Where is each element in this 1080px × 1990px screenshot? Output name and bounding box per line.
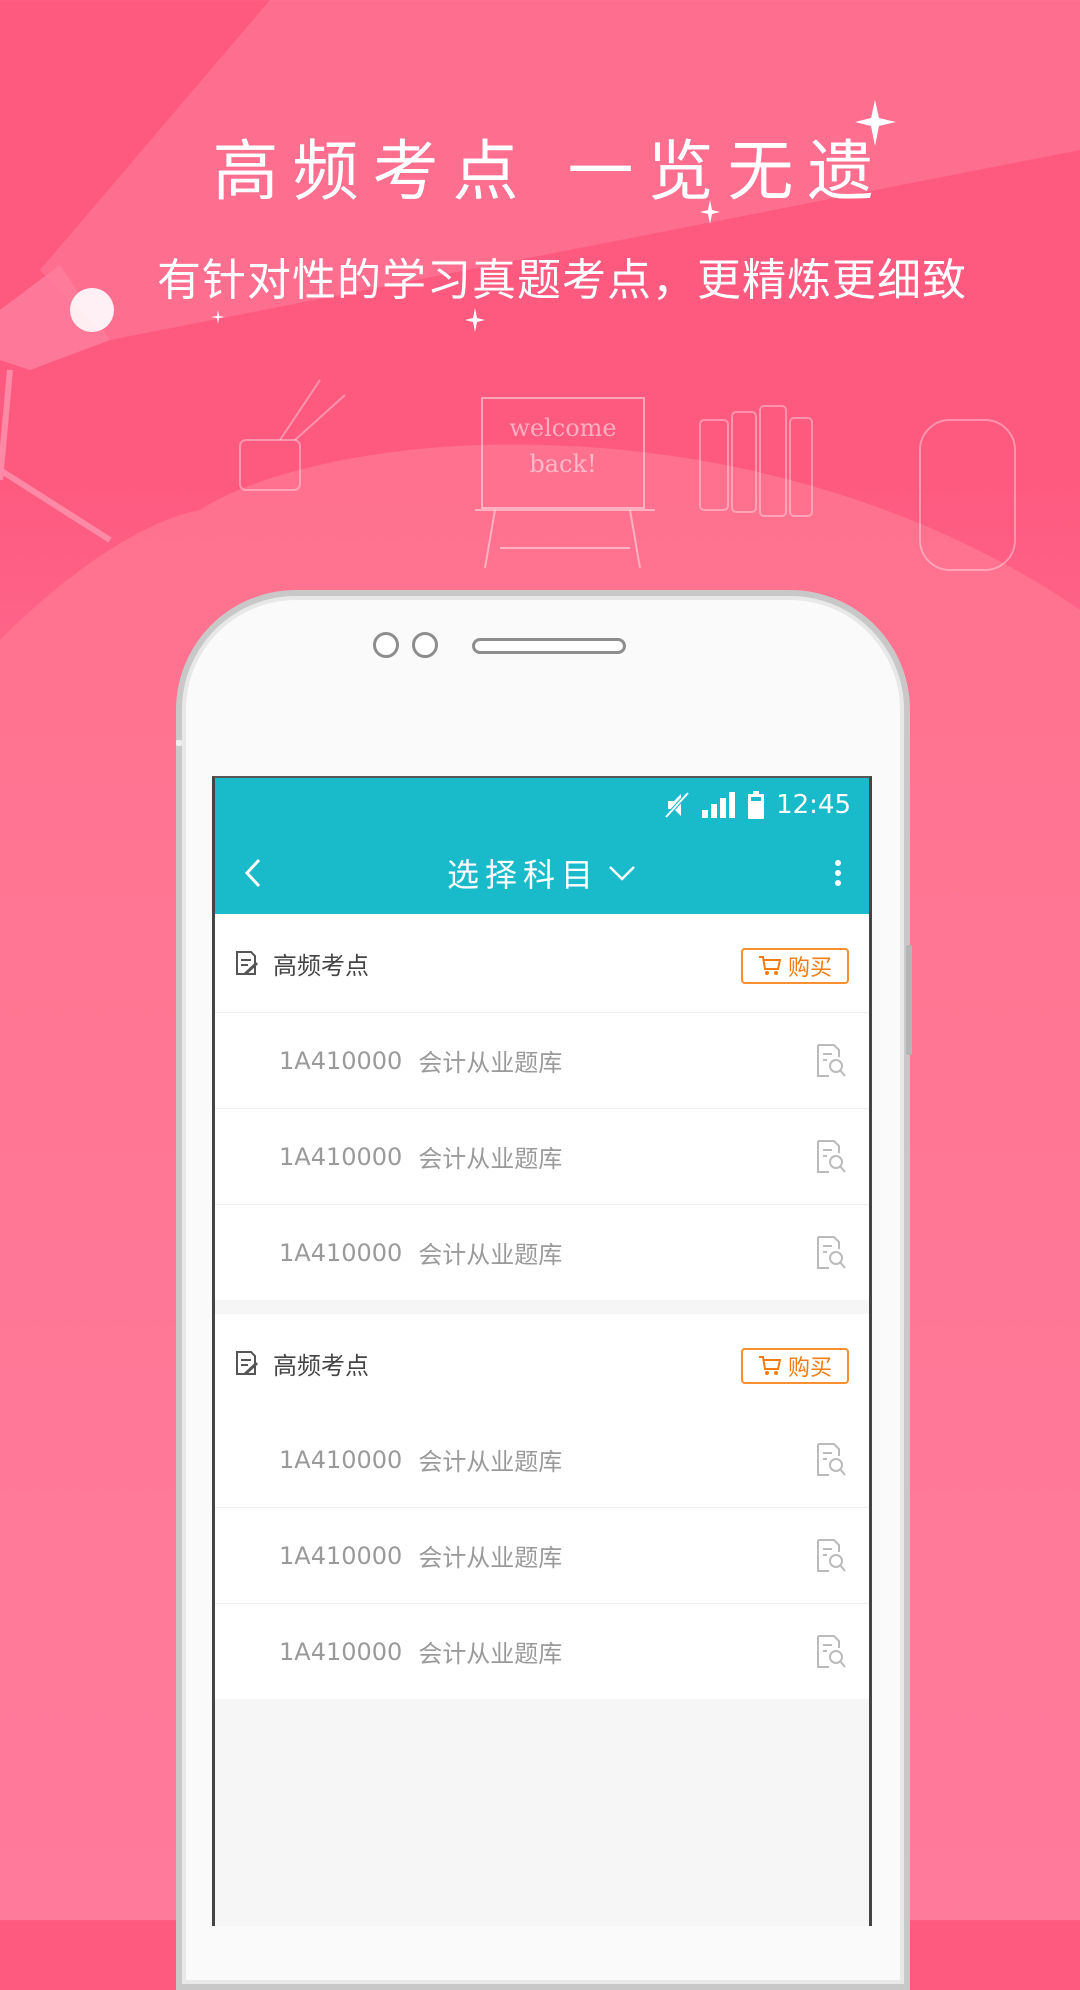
welcome-text: welcome: [509, 414, 616, 442]
exam-notes-icon: [236, 1351, 259, 1376]
subject-selector-title[interactable]: 选择科目: [447, 850, 599, 896]
phone-side-notch: [176, 740, 182, 746]
exam-notes-icon: [236, 951, 259, 976]
section-header: 高频考点 购买: [215, 1314, 869, 1412]
section-title: 高频考点: [273, 951, 369, 980]
phone-speaker: [472, 638, 626, 654]
app-bar: 选择科目: [215, 832, 869, 914]
buy-button[interactable]: 购买: [741, 948, 849, 984]
list-item[interactable]: 1A410000 会计从业题库: [215, 1412, 869, 1507]
item-code: 1A410000: [279, 1637, 403, 1666]
item-code: 1A410000: [279, 1238, 403, 1267]
section-header: 高频考点 购买: [215, 914, 869, 1012]
document-search-icon[interactable]: [815, 1235, 847, 1271]
back-icon[interactable]: [233, 850, 273, 896]
item-code: 1A410000: [279, 1046, 403, 1075]
back-text: back!: [529, 450, 596, 478]
document-search-icon[interactable]: [815, 1139, 847, 1175]
document-search-icon[interactable]: [815, 1538, 847, 1574]
list-item[interactable]: 1A410000 会计从业题库: [215, 1204, 869, 1300]
buy-button[interactable]: 购买: [741, 1348, 849, 1384]
item-name: 会计从业题库: [418, 1145, 563, 1173]
buy-label: 购买: [787, 956, 832, 981]
list-item[interactable]: 1A410000 会计从业题库: [215, 1108, 869, 1204]
item-name: 会计从业题库: [418, 1640, 563, 1668]
buy-label: 购买: [787, 1356, 832, 1381]
cart-icon: [758, 1356, 782, 1375]
hero-title: 高频考点 一览无遗: [212, 133, 888, 210]
item-name: 会计从业题库: [418, 1544, 563, 1572]
phone-sensor: [412, 632, 438, 658]
hero-subtitle: 有针对性的学习真题考点，更精炼更细致: [157, 255, 967, 306]
list-item[interactable]: 1A410000 会计从业题库: [215, 1603, 869, 1699]
list-item[interactable]: 1A410000 会计从业题库: [215, 1012, 869, 1108]
document-search-icon[interactable]: [815, 1634, 847, 1670]
item-name: 会计从业题库: [418, 1448, 563, 1476]
phone-screen: 12:45 选择科目 高频考点 购买 1A410000 会计从业题库 1A410…: [212, 776, 872, 1926]
cart-icon: [758, 956, 782, 975]
item-code: 1A410000: [279, 1445, 403, 1474]
signal-icon: [702, 792, 736, 818]
section-title: 高频考点: [273, 1351, 369, 1380]
status-time: 12:45: [776, 790, 851, 820]
more-options-icon[interactable]: [823, 850, 853, 896]
status-bar: 12:45: [215, 778, 869, 832]
section-divider: [215, 1300, 869, 1314]
battery-icon: [748, 791, 765, 819]
item-code: 1A410000: [279, 1142, 403, 1171]
document-search-icon[interactable]: [815, 1043, 847, 1079]
item-code: 1A410000: [279, 1541, 403, 1570]
phone-camera: [373, 632, 399, 658]
mute-icon: [664, 791, 690, 819]
chevron-down-icon[interactable]: [607, 863, 637, 883]
document-search-icon[interactable]: [815, 1442, 847, 1478]
phone-side-button: [906, 945, 912, 1055]
section-high-frequency-2: 高频考点 购买 1A410000 会计从业题库 1A410000 会计从业题库 …: [215, 1314, 869, 1699]
item-name: 会计从业题库: [418, 1049, 563, 1077]
item-name: 会计从业题库: [418, 1241, 563, 1269]
section-high-frequency-1: 高频考点 购买 1A410000 会计从业题库 1A410000 会计从业题库 …: [215, 914, 869, 1300]
list-item[interactable]: 1A410000 会计从业题库: [215, 1507, 869, 1603]
